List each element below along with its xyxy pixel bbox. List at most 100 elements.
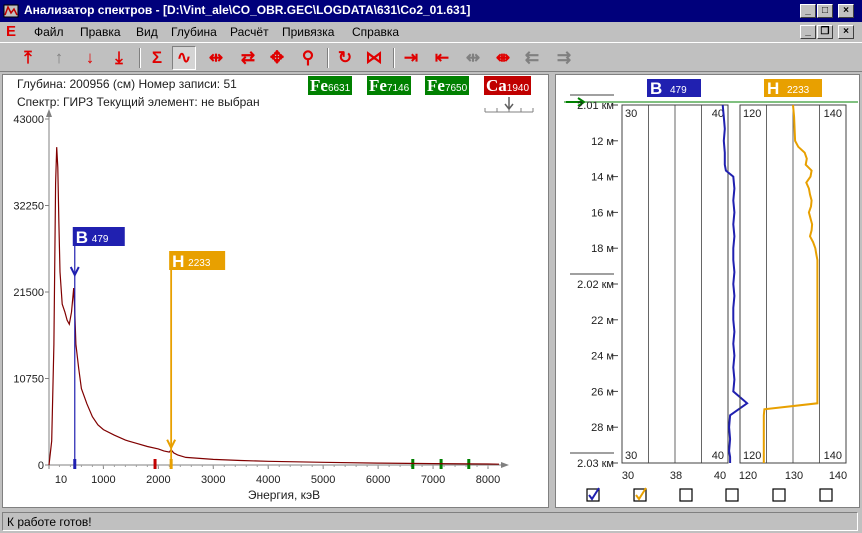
- track-axis-label: 38: [670, 470, 682, 482]
- track-checkbox[interactable]: [819, 488, 833, 502]
- move-down-icon[interactable]: ↓: [78, 46, 102, 70]
- checkbox-box: [772, 488, 786, 502]
- arrow-left-gray-icon[interactable]: ⇇: [520, 46, 544, 70]
- child-restore-icon[interactable]: ❐: [817, 25, 833, 39]
- arrow-right-gray-icon[interactable]: ⇉: [552, 46, 576, 70]
- status-bar: К работе готов!: [0, 510, 862, 533]
- spectrum-icon[interactable]: ∿: [172, 46, 196, 70]
- track-badge-value: 479: [670, 85, 687, 96]
- spectrum-pane: Глубина: 200956 (см) Номер записи: 51 Сп…: [2, 74, 549, 508]
- x-tick-label: 10: [55, 474, 67, 486]
- marker-symbol: B: [76, 228, 88, 247]
- depth-panel: 2.01 км 12 м 14 м 16 м 18 м 2.02 км 22 м 24 м 26…: [555, 74, 860, 508]
- child-minimize-icon[interactable]: _: [800, 25, 816, 39]
- x-tick-label: 8000: [476, 474, 500, 486]
- x-tick-label: 4000: [256, 474, 280, 486]
- window-title: Анализатор спектров - [D:\Vint_ale\CO_OB…: [24, 3, 471, 17]
- marker-h[interactable]: H 2233: [166, 251, 226, 465]
- track-curve[interactable]: [721, 104, 749, 463]
- marker-b[interactable]: B 479: [69, 227, 125, 465]
- x-tick-label: 6000: [366, 474, 390, 486]
- x-tick-label: 3000: [201, 474, 225, 486]
- depth-log-chart[interactable]: 2.01 км 12 м 14 м 16 м 18 м 2.02 км 22 м 24 м 26…: [556, 75, 861, 509]
- x-tick-label: 5000: [311, 474, 335, 486]
- depth-label: 22 м: [591, 315, 614, 327]
- y-tick-label: 21500: [13, 287, 44, 299]
- track-axis-label: 40: [714, 470, 726, 482]
- status-text: К работе готов!: [2, 512, 858, 531]
- y-axis-arrow: [46, 109, 52, 117]
- minimize-icon[interactable]: _: [800, 4, 816, 18]
- zoom-icon[interactable]: ⚲: [296, 46, 320, 70]
- child-close-icon[interactable]: ×: [838, 25, 854, 39]
- x-tick-label: 2000: [146, 474, 170, 486]
- track-checkbox[interactable]: [679, 488, 693, 502]
- track-axis-label: 30: [622, 470, 634, 482]
- depth-label: 18 м: [591, 243, 614, 255]
- menu-calc[interactable]: Расчёт: [230, 25, 269, 39]
- move-all-icon[interactable]: ✥: [265, 46, 289, 70]
- move-top-icon[interactable]: ⤒: [16, 46, 40, 70]
- track-top-right: 140: [824, 108, 842, 120]
- track-h[interactable]: H 2233 120 140 120 140 120 130 140: [739, 79, 847, 482]
- y-tick-label: 32250: [13, 201, 44, 213]
- depth-label: 2.01 км: [577, 100, 614, 112]
- checkbox-box: [725, 488, 739, 502]
- shift-right-plus-icon[interactable]: ⇥: [399, 46, 423, 70]
- collapse-icon[interactable]: ⋈: [362, 46, 386, 70]
- track-bottom-left: 120: [743, 450, 761, 462]
- fit-width-icon[interactable]: ⇹: [204, 46, 228, 70]
- toolbar-separator: [139, 48, 141, 68]
- checkbox-box: [679, 488, 693, 502]
- scale-indicator-icon[interactable]: [484, 97, 534, 113]
- track-b[interactable]: B 47930 4030 4030 38 40: [621, 79, 749, 482]
- app-menu-icon[interactable]: E: [6, 23, 16, 40]
- menu-depth[interactable]: Глубина: [171, 25, 217, 39]
- track-checkbox[interactable]: [586, 487, 600, 502]
- y-tick-label: 43000: [13, 114, 44, 126]
- track-axis-label: 130: [785, 470, 803, 482]
- track-top-left: 30: [625, 108, 637, 120]
- x-axis-label: Энергия, кэВ: [248, 488, 320, 502]
- x-tick-label: 7000: [421, 474, 445, 486]
- spectrum-chart[interactable]: 0 10750 21500 32250 43000 10 1000 2000 3000 4000 5…: [3, 75, 550, 509]
- menu-edit[interactable]: Правка: [80, 25, 121, 39]
- shift-both-icon[interactable]: ⇹: [461, 46, 485, 70]
- track-axis-label: 140: [829, 470, 847, 482]
- refresh-icon[interactable]: ↻: [333, 46, 357, 70]
- marker-symbol: H: [172, 252, 184, 271]
- track-checkbox[interactable]: [772, 488, 786, 502]
- sum-icon[interactable]: Σ: [145, 46, 169, 70]
- move-up-icon[interactable]: ↑: [47, 46, 71, 70]
- track-checkbox[interactable]: [633, 487, 647, 502]
- menu-file[interactable]: Файл: [34, 25, 64, 39]
- track-badge-symbol: B: [650, 79, 662, 98]
- depth-label: 24 м: [591, 351, 614, 363]
- depth-label: 16 м: [591, 207, 614, 219]
- x-axis-arrow: [501, 462, 509, 468]
- track-axis-label: 120: [739, 470, 757, 482]
- depth-label: 2.03 км: [577, 458, 614, 470]
- depth-label: 28 м: [591, 422, 614, 434]
- toolbar-separator: [393, 48, 395, 68]
- shift-left-minus-icon[interactable]: ⇤: [430, 46, 454, 70]
- maximize-icon[interactable]: □: [817, 4, 833, 18]
- track-checkbox[interactable]: [725, 488, 739, 502]
- menu-help[interactable]: Справка: [352, 25, 399, 39]
- menu-view[interactable]: Вид: [136, 25, 158, 39]
- track-top-left: 120: [743, 108, 761, 120]
- menu-bar: E Файл Правка Вид Глубина Расчёт Привязк…: [0, 22, 862, 42]
- depth-label: 14 м: [591, 172, 614, 184]
- cycle-icon[interactable]: ⇄: [236, 46, 260, 70]
- analyzer-icon[interactable]: [3, 3, 19, 19]
- track-bottom-left: 30: [625, 450, 637, 462]
- track-badge-symbol: H: [767, 79, 779, 98]
- checkbox-box: [819, 488, 833, 502]
- spectrum-curve[interactable]: [48, 147, 500, 466]
- close-icon[interactable]: ×: [838, 4, 854, 18]
- menu-binding[interactable]: Привязка: [282, 25, 334, 39]
- move-bottom-icon[interactable]: ⤓: [107, 46, 131, 70]
- element-energy-tick: [153, 459, 157, 469]
- shift-both-red-icon[interactable]: ⇼: [491, 46, 515, 70]
- track-curve[interactable]: [762, 104, 819, 463]
